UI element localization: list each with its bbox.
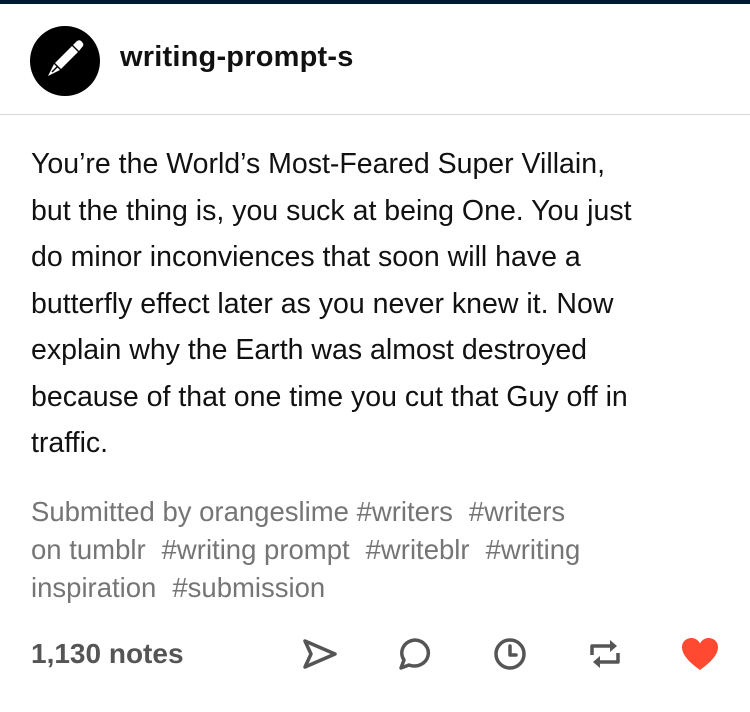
tag-link[interactable]: on tumblr: [31, 534, 146, 565]
queue-button[interactable]: [490, 636, 530, 676]
body-line: explain why the Earth was almost destroy…: [31, 334, 588, 366]
reblog-button[interactable]: [585, 636, 625, 676]
body-line: because of that one time you cut that Gu…: [31, 380, 628, 413]
reply-icon: [396, 635, 434, 678]
tag-link[interactable]: #writing prompt: [162, 534, 350, 565]
post-footer: 1,130 notes: [0, 630, 750, 682]
post-header: writing-prompt-s: [0, 4, 750, 115]
heart-icon: [680, 636, 720, 677]
body-line: You’re the World’s Most-Feared Super Vil…: [31, 148, 605, 180]
post-tags: Submitted by orangeslime #writers #writer…: [31, 493, 731, 607]
blog-avatar[interactable]: [30, 26, 100, 96]
tag-link[interactable]: #writeblr: [366, 534, 470, 565]
share-button[interactable]: [300, 636, 340, 676]
tag-link[interactable]: inspiration: [31, 572, 156, 603]
share-icon: [301, 637, 339, 676]
like-button[interactable]: [680, 636, 720, 676]
queue-clock-icon: [492, 636, 528, 677]
blog-name-link[interactable]: writing-prompt-s: [120, 41, 354, 74]
body-line: do minor inconviences that soon will hav…: [31, 241, 581, 273]
tag-link[interactable]: #submission: [172, 572, 325, 603]
reblog-icon: [586, 635, 624, 678]
tag-link[interactable]: #writers: [357, 496, 453, 527]
body-line: but the thing is, you suck at being One.…: [31, 194, 632, 227]
submitted-by-text: Submitted by orangeslime: [31, 496, 349, 527]
body-line: traffic.: [31, 427, 109, 459]
reply-button[interactable]: [395, 636, 435, 676]
notes-count[interactable]: 1,130 notes: [31, 638, 184, 670]
post-body: You’re the World’s Most-Feared Super Vil…: [31, 141, 731, 467]
tag-link[interactable]: #writers: [469, 496, 565, 527]
body-line: butterfly effect later as you never knew…: [31, 287, 614, 320]
pen-icon: [42, 36, 88, 87]
tag-link[interactable]: #writing: [486, 534, 581, 565]
